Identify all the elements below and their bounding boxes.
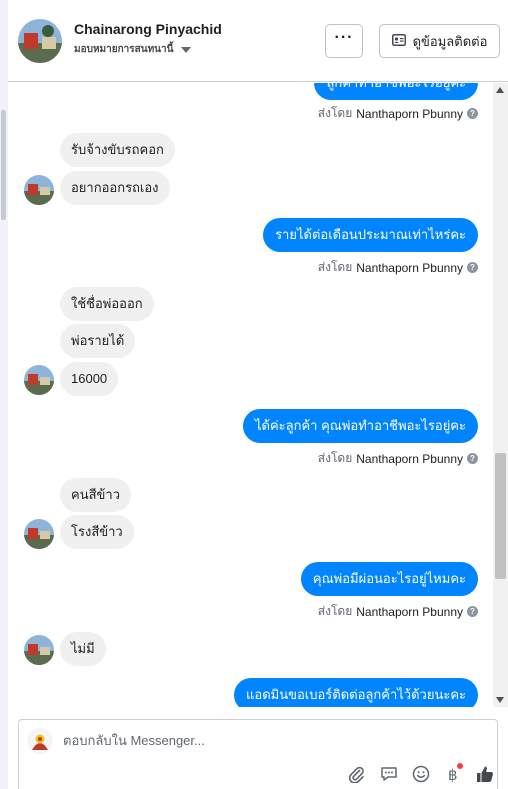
sent-by-label: ส่งโดย Nanthaporn Pbunny ? xyxy=(318,449,478,468)
message-incoming[interactable]: พ่อรายได้ xyxy=(60,324,136,358)
sender-name: Nanthaporn Pbunny xyxy=(356,604,463,619)
assign-label: มอบหมายการสนทนานี้ xyxy=(74,44,174,55)
notification-dot xyxy=(457,763,463,769)
message-incoming[interactable]: โรงสีข้าว xyxy=(60,515,134,549)
sender-name: Nanthaporn Pbunny xyxy=(356,260,463,275)
more-dots-icon: ··· xyxy=(334,29,354,46)
contact-avatar-small xyxy=(24,519,54,549)
sent-by-label: ส่งโดย Nanthaporn Pbunny ? xyxy=(318,258,478,277)
contact-card-icon xyxy=(391,33,406,49)
contact-name[interactable]: Chainarong Pinyachid xyxy=(74,21,222,37)
message-incoming[interactable]: คนสีข้าว xyxy=(60,478,132,512)
sent-by-prefix: ส่งโดย xyxy=(317,106,353,120)
conversation-header: Chainarong Pinyachid มอบหมายการสนทนานี้ … xyxy=(8,0,508,82)
emoji-icon[interactable] xyxy=(410,763,432,785)
message-outgoing[interactable]: ได้ค่ะลูกค้า คุณพ่อทำอาชีพอะไรอยู่คะ xyxy=(242,409,478,443)
sender-name: Nanthaporn Pbunny xyxy=(356,451,463,466)
help-icon[interactable]: ? xyxy=(467,262,478,273)
message-outgoing[interactable]: แอดมินขอเบอร์ติดต่อลูกค้าไว้ด้วยนะคะ xyxy=(234,678,478,707)
view-contact-info-label: ดูข้อมูลติดต่อ xyxy=(412,33,488,49)
reply-composer: ฿ xyxy=(18,719,498,789)
chat-scrollbar[interactable] xyxy=(493,83,508,707)
assign-conversation-dropdown[interactable]: มอบหมายการสนทนานี้ xyxy=(74,42,192,57)
message-incoming[interactable]: รับจ้างขับรถคอก xyxy=(60,133,175,167)
scroll-down-arrow-icon[interactable] xyxy=(496,697,504,703)
sent-by-prefix: ส่งโดย xyxy=(317,260,353,274)
help-icon[interactable]: ? xyxy=(467,453,478,464)
left-scrollbar-thumb[interactable] xyxy=(1,110,6,220)
sent-by-prefix: ส่งโดย xyxy=(317,451,353,465)
more-options-button[interactable]: ··· xyxy=(325,24,363,58)
contact-avatar[interactable] xyxy=(18,19,62,63)
paperclip-icon[interactable] xyxy=(345,763,367,785)
message-incoming[interactable]: อยากออกรถเอง xyxy=(60,171,170,205)
message-outgoing[interactable]: รายได้ต่อเดือนประมาณเท่าไหร่คะ xyxy=(263,218,478,252)
left-panel-edge xyxy=(0,0,8,789)
contact-avatar-small xyxy=(24,635,54,665)
sent-by-prefix: ส่งโดย xyxy=(317,604,353,618)
scrollbar-thumb[interactable] xyxy=(495,453,506,579)
message-incoming[interactable]: ใช้ชื่อพ่อออก xyxy=(60,287,154,321)
message-incoming[interactable]: ไม่มี xyxy=(60,632,106,666)
sent-by-label: ส่งโดย Nanthaporn Pbunny ? xyxy=(318,602,478,621)
reply-input[interactable] xyxy=(63,733,463,748)
scroll-up-arrow-icon[interactable] xyxy=(496,87,504,93)
sender-name: Nanthaporn Pbunny xyxy=(356,106,463,121)
help-icon[interactable]: ? xyxy=(467,606,478,617)
contact-avatar-small xyxy=(24,175,54,205)
message-outgoing[interactable]: คุณพ่อมีผ่อนอะไรอยู่ไหมคะ xyxy=(300,562,478,596)
sent-by-label: ส่งโดย Nanthaporn Pbunny ? xyxy=(318,104,478,123)
chevron-down-icon xyxy=(181,46,192,53)
svg-text:฿: ฿ xyxy=(448,766,458,783)
help-icon[interactable]: ? xyxy=(467,108,478,119)
message-thread: ลูกค้าทำอาชีพอะไรอยู่คะ ส่งโดย Nanthapor… xyxy=(8,83,508,707)
conversation-panel: Chainarong Pinyachid มอบหมายการสนทนานี้ … xyxy=(8,0,508,789)
message-outgoing[interactable]: ลูกค้าทำอาชีพอะไรอยู่คะ xyxy=(314,83,478,100)
thumbs-up-icon[interactable] xyxy=(474,763,496,785)
page-avatar xyxy=(27,728,53,754)
contact-avatar-small xyxy=(24,365,54,395)
message-incoming[interactable]: 16000 xyxy=(60,362,119,396)
baht-icon[interactable]: ฿ xyxy=(441,763,463,785)
view-contact-info-button[interactable]: ดูข้อมูลติดต่อ xyxy=(379,24,500,58)
saved-reply-icon[interactable] xyxy=(378,763,400,785)
